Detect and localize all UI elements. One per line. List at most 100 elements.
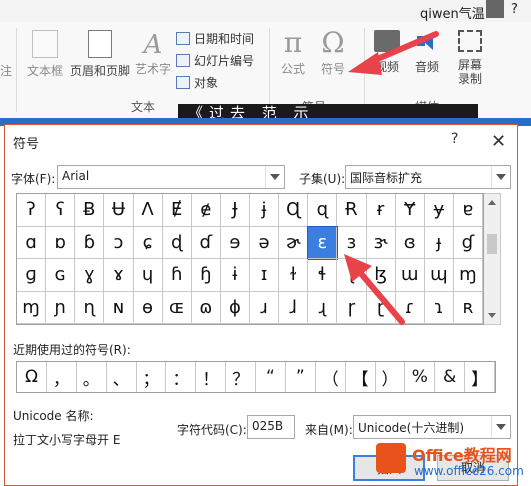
symbol-cell[interactable]: ɹ — [250, 291, 280, 324]
symbol-cell[interactable]: Ɍ — [337, 194, 367, 227]
scroll-up-icon[interactable] — [488, 200, 496, 205]
recent-symbol-cell[interactable]: 【 — [346, 362, 376, 392]
symbol-cell[interactable]: ɽ — [366, 291, 396, 324]
symbol-cell[interactable]: ʕ — [46, 194, 76, 227]
symbol-cell[interactable]: ɟ — [424, 226, 454, 259]
symbol-cell[interactable]: ə — [250, 226, 280, 259]
chevron-down-icon[interactable] — [491, 166, 510, 188]
symbol-grid-scrollbar[interactable] — [484, 193, 501, 325]
recent-symbol-cell[interactable]: ， — [47, 362, 77, 392]
symbol-cell[interactable]: Ɋ — [279, 194, 309, 227]
scroll-down-icon[interactable] — [488, 313, 496, 318]
symbol-cell[interactable]: ɵ — [133, 291, 163, 324]
help-button[interactable]: ? — [451, 131, 458, 147]
datetime-button[interactable]: 日期和时间 — [176, 30, 254, 47]
help-icon[interactable]: ? — [511, 2, 518, 17]
symbol-cell[interactable]: ɚ — [279, 226, 309, 259]
symbol-cell[interactable]: ɖ — [162, 226, 192, 259]
chevron-down-icon[interactable] — [491, 416, 510, 438]
symbol-cell[interactable]: ɬ — [308, 259, 338, 292]
symbol-cell[interactable]: ɢ — [46, 259, 76, 292]
chevron-down-icon[interactable] — [265, 166, 284, 188]
symbol-cell[interactable]: Ʌ — [133, 194, 163, 227]
ribbon-partial-left[interactable]: 注 — [0, 62, 12, 79]
recent-symbol-cell[interactable]: 、 — [107, 362, 137, 392]
symbol-cell[interactable]: ɭ — [337, 259, 367, 292]
symbol-cell[interactable]: ɜ — [337, 226, 367, 259]
subset-select[interactable]: 国际音标扩充 — [345, 165, 511, 189]
symbol-cell[interactable]: Ɉ — [220, 194, 250, 227]
symbol-cell[interactable]: ɒ — [46, 226, 76, 259]
symbol-cell[interactable]: ɐ — [453, 194, 483, 227]
symbol-button[interactable]: Ω 符号 — [316, 26, 350, 77]
recent-symbol-cell[interactable]: % — [405, 362, 436, 392]
symbol-cell[interactable]: Ɏ — [395, 194, 425, 227]
symbol-cell[interactable]: ɪ — [250, 259, 280, 292]
symbol-cell[interactable]: ɴ — [104, 291, 134, 324]
symbol-cell[interactable]: ɲ — [46, 291, 76, 324]
symbol-cell[interactable]: ɫ — [279, 259, 309, 292]
recent-symbol-cell[interactable]: 】 — [465, 362, 495, 392]
audio-button[interactable]: 音频 — [410, 30, 444, 75]
symbol-cell[interactable]: ʀ — [453, 291, 483, 324]
symbol-cell[interactable]: ɝ — [366, 226, 396, 259]
recent-symbol-cell[interactable]: ： — [166, 362, 197, 392]
recent-symbol-cell[interactable]: 。 — [77, 362, 107, 392]
from-select[interactable]: Unicode(十六进制) — [353, 415, 511, 439]
symbol-cell[interactable]: ɘ — [220, 226, 250, 259]
symbol-cell[interactable]: ɉ — [250, 194, 280, 227]
symbol-cell[interactable]: ɞ — [395, 226, 425, 259]
symbol-cell[interactable]: Ʉ — [104, 194, 134, 227]
symbol-cell[interactable]: ɷ — [191, 291, 221, 324]
symbol-cell[interactable]: ɇ — [191, 194, 221, 227]
symbol-cell[interactable]: ɼ — [337, 291, 367, 324]
wordart-button[interactable]: A 艺术字 — [134, 30, 172, 77]
recent-symbols-row[interactable]: Ω，。、；：！？ “” （【）% &】 — [16, 361, 496, 393]
symbol-cell[interactable]: ɺ — [279, 291, 309, 324]
symbol-cell[interactable]: ɱ — [17, 291, 47, 324]
symbol-cell[interactable]: ɶ — [162, 291, 192, 324]
symbol-cell[interactable]: Ɇ — [162, 194, 192, 227]
avatar[interactable] — [486, 0, 504, 18]
symbol-cell[interactable]: ɣ — [75, 259, 105, 292]
symbol-cell[interactable]: ɋ — [308, 194, 338, 227]
symbol-cell[interactable]: ɓ — [75, 226, 105, 259]
scroll-thumb[interactable] — [487, 234, 497, 254]
symbol-cell[interactable]: ɯ — [395, 259, 425, 292]
recent-symbol-cell[interactable]: ！ — [196, 362, 227, 392]
symbol-cell[interactable]: ɻ — [308, 291, 338, 324]
symbol-cell[interactable]: ɿ — [424, 291, 454, 324]
recent-symbol-cell[interactable]: “ — [256, 362, 286, 392]
textbox-button[interactable]: 文本框 — [26, 30, 64, 79]
symbol-cell[interactable]: ɳ — [75, 291, 105, 324]
slide-number-button[interactable]: 幻灯片编号 — [176, 52, 254, 69]
symbol-cell[interactable]: ɨ — [220, 259, 250, 292]
recent-symbol-cell[interactable]: Ω — [17, 362, 47, 392]
equation-button[interactable]: π 公式 — [276, 26, 310, 77]
object-button[interactable]: 对象 — [176, 74, 218, 91]
symbol-cell[interactable]: ɏ — [424, 194, 454, 227]
font-select[interactable]: Arial — [57, 165, 285, 189]
recent-symbol-cell[interactable]: ； — [137, 362, 167, 392]
symbol-cell[interactable]: ɧ — [191, 259, 221, 292]
symbol-cell[interactable]: ɑ — [17, 226, 47, 259]
recent-symbol-cell[interactable]: ） — [376, 362, 406, 392]
symbol-cell[interactable]: ɔ — [104, 226, 134, 259]
recent-symbol-cell[interactable]: （ — [316, 362, 346, 392]
symbol-cell[interactable]: ɠ — [453, 226, 483, 259]
symbol-grid[interactable]: ʔʕɃɄɅɆɇɈɉɊɋɌɍɎɏɐ ɑɒɓɔɕɖɗɘəɚɛɜɝɞɟɠ ɡɢɣɤɥɦɧɨ… — [16, 193, 484, 325]
symbol-cell[interactable]: ɗ — [191, 226, 221, 259]
symbol-cell[interactable]: ɤ — [104, 259, 134, 292]
symbol-cell[interactable]: ɾ — [395, 291, 425, 324]
symbol-cell[interactable]: ɦ — [162, 259, 192, 292]
recent-symbol-cell[interactable]: & — [435, 362, 466, 392]
header-footer-button[interactable]: 页眉和页脚 — [70, 30, 130, 79]
symbol-cell[interactable]: ʔ — [17, 194, 47, 227]
symbol-cell[interactable]: ɸ — [220, 291, 250, 324]
char-code-field[interactable]: 025B — [247, 415, 295, 439]
symbol-cell[interactable]: ɰ — [424, 259, 454, 292]
symbol-cell[interactable]: ɥ — [133, 259, 163, 292]
symbol-cell[interactable]: ɡ — [17, 259, 47, 292]
close-icon[interactable]: ✕ — [491, 131, 506, 152]
recent-symbol-cell[interactable]: ” — [286, 362, 316, 392]
